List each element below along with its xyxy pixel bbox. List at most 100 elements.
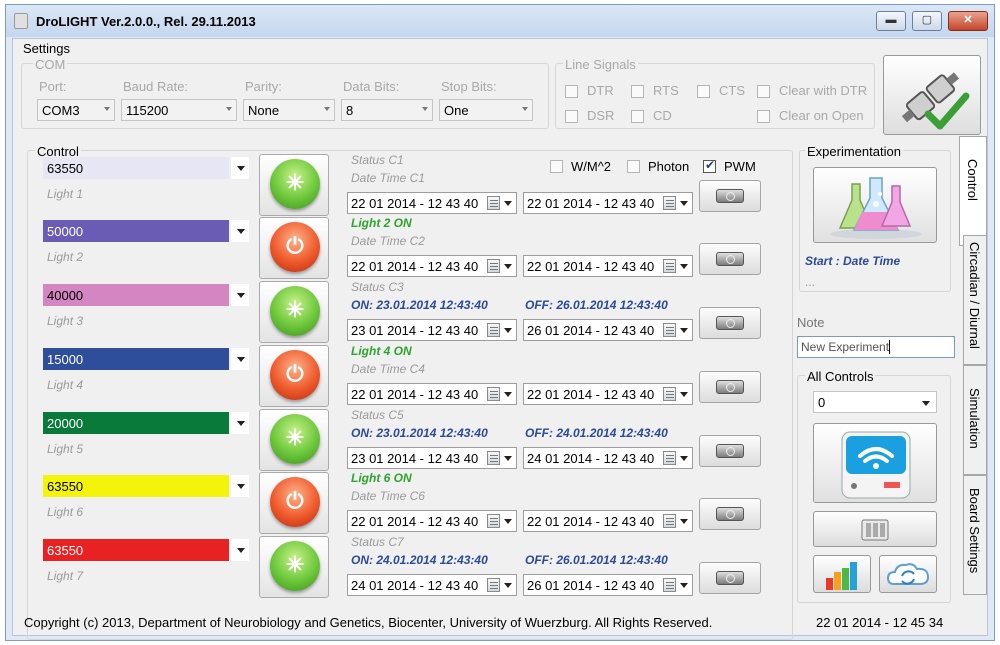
chevron-down-icon [504, 201, 512, 206]
switch-panel-button[interactable] [813, 511, 937, 547]
parity-select[interactable]: None [243, 99, 335, 121]
rts-checkbox[interactable] [631, 85, 644, 98]
wifi-router-icon [841, 431, 911, 499]
chevron-down-icon[interactable] [231, 475, 249, 497]
tab-circadian-diurnal[interactable]: Circadian / Diurnal [963, 235, 987, 365]
parity-label: Parity: [245, 79, 282, 94]
chevron-down-icon [504, 519, 512, 524]
note-input[interactable]: New Experiment [797, 336, 955, 358]
chevron-down-icon[interactable] [231, 539, 249, 561]
light-toggle-button[interactable]: ⏻ [259, 217, 329, 279]
off-datetime-picker[interactable]: 24 01 2014 - 12 43 40 [523, 447, 693, 469]
off-datetime-picker[interactable]: 22 01 2014 - 12 43 40 [523, 192, 693, 214]
all-controls-title: All Controls [805, 369, 876, 384]
on-datetime-picker[interactable]: 22 01 2014 - 12 43 40 [347, 255, 517, 277]
minimize-button[interactable]: ▬ [876, 11, 906, 31]
databits-select[interactable]: 8 [341, 99, 433, 121]
on-datetime-picker[interactable]: 22 01 2014 - 12 43 40 [347, 192, 517, 214]
calendar-icon [487, 387, 500, 401]
databits-value: 8 [346, 103, 354, 118]
tab-simulation[interactable]: Simulation [963, 365, 987, 475]
apply-schedule-button[interactable] [699, 371, 761, 403]
photon-checkbox[interactable] [627, 160, 640, 173]
pwm-checkbox[interactable] [703, 158, 716, 173]
chevron-down-icon[interactable] [231, 284, 249, 306]
apply-schedule-button[interactable] [699, 307, 761, 339]
light-toggle-button[interactable]: ⏻ [259, 472, 329, 534]
com-title: COM [33, 57, 68, 72]
off-datetime-picker[interactable]: 22 01 2014 - 12 43 40 [523, 510, 693, 532]
on-datetime-picker[interactable]: 22 01 2014 - 12 43 40 [347, 383, 517, 405]
light-intensity-select[interactable]: 63550 [43, 157, 229, 179]
statistics-button[interactable] [813, 555, 871, 593]
on-datetime-picker[interactable]: 23 01 2014 - 12 43 40 [347, 447, 517, 469]
light-toggle-button[interactable]: ✳ [259, 154, 329, 216]
light-toggle-button[interactable]: ✳ [259, 536, 329, 598]
power-on-icon: ✳ [270, 286, 320, 336]
light-intensity-select[interactable]: 50000 [43, 220, 229, 242]
wireless-connect-button[interactable] [813, 423, 937, 503]
chevron-down-icon[interactable] [231, 348, 249, 370]
channel-status: Light 2 ON [351, 216, 412, 230]
channel-status: Light 6 ON [351, 471, 412, 485]
chevron-down-icon [104, 107, 110, 111]
apply-schedule-button[interactable] [699, 498, 761, 530]
baud-select[interactable]: 115200 [121, 99, 237, 121]
apply-schedule-button[interactable] [699, 562, 761, 594]
light-intensity-select[interactable]: 15000 [43, 348, 229, 370]
on-datetime-picker[interactable]: 24 01 2014 - 12 43 40 [347, 574, 517, 596]
off-datetime-picker[interactable]: 22 01 2014 - 12 43 40 [523, 255, 693, 277]
channel-off-time: OFF: 24.01.2014 12:43:40 [525, 426, 668, 440]
light-toggle-button[interactable]: ✳ [259, 409, 329, 471]
light-toggle-button[interactable]: ⏻ [259, 345, 329, 407]
maximize-button[interactable]: ▢ [912, 11, 942, 31]
connect-button[interactable] [883, 55, 981, 135]
device-icon [716, 189, 744, 203]
clear-open-checkbox[interactable] [757, 110, 770, 123]
light-intensity-select[interactable]: 63550 [43, 539, 229, 561]
cd-label: CD [653, 108, 672, 123]
chevron-down-icon[interactable] [231, 412, 249, 434]
wm2-checkbox[interactable] [550, 160, 563, 173]
light-toggle-button[interactable]: ✳ [259, 281, 329, 343]
cd-checkbox[interactable] [631, 110, 644, 123]
dsr-checkbox[interactable] [565, 110, 578, 123]
stopbits-select[interactable]: One [439, 99, 533, 121]
clear-dtr-checkbox[interactable] [757, 85, 770, 98]
close-button[interactable]: ✕ [948, 11, 988, 31]
power-off-icon: ⏻ [270, 222, 320, 272]
off-datetime-picker[interactable]: 22 01 2014 - 12 43 40 [523, 383, 693, 405]
dtr-checkbox[interactable] [565, 85, 578, 98]
app-window: DroLIGHT Ver.2.0.0., Rel. 29.11.2013 ▬ ▢… [5, 4, 995, 641]
port-select[interactable]: COM3 [37, 99, 115, 121]
on-datetime-picker[interactable]: 22 01 2014 - 12 43 40 [347, 510, 517, 532]
status-bar: Copyright (c) 2013, Department of Neurob… [12, 614, 988, 636]
apply-schedule-button[interactable] [699, 180, 761, 212]
pwm-label: PWM [724, 159, 756, 174]
tab-board-settings[interactable]: Board Settings [963, 475, 987, 595]
off-datetime-picker[interactable]: 26 01 2014 - 12 43 40 [523, 574, 693, 596]
chevron-down-icon[interactable] [231, 157, 249, 179]
on-datetime-picker[interactable]: 23 01 2014 - 12 43 40 [347, 319, 517, 341]
channel-on-time: ON: 23.01.2014 12:43:40 [351, 298, 488, 312]
all-controls-select[interactable]: 0 [813, 391, 937, 413]
cts-checkbox[interactable] [697, 85, 710, 98]
light-intensity-select[interactable]: 63550 [43, 475, 229, 497]
calendar-icon [487, 451, 500, 465]
calendar-icon [487, 514, 500, 528]
light-intensity-select[interactable]: 40000 [43, 284, 229, 306]
chevron-down-icon [504, 328, 512, 333]
light-intensity-select[interactable]: 20000 [43, 412, 229, 434]
light-name: Light 4 [47, 378, 84, 392]
device-icon [716, 316, 744, 330]
off-datetime-picker[interactable]: 26 01 2014 - 12 43 40 [523, 319, 693, 341]
tab-control[interactable]: Control [959, 136, 987, 246]
apply-schedule-button[interactable] [699, 243, 761, 275]
apply-schedule-button[interactable] [699, 435, 761, 467]
tab-simulation-label: Simulation [967, 388, 982, 449]
cloud-sync-button[interactable] [879, 555, 937, 593]
experiment-start-button[interactable] [813, 167, 937, 243]
chevron-down-icon[interactable] [231, 220, 249, 242]
title-bar[interactable]: DroLIGHT Ver.2.0.0., Rel. 29.11.2013 ▬ ▢… [6, 5, 994, 37]
text-cursor [889, 340, 891, 354]
